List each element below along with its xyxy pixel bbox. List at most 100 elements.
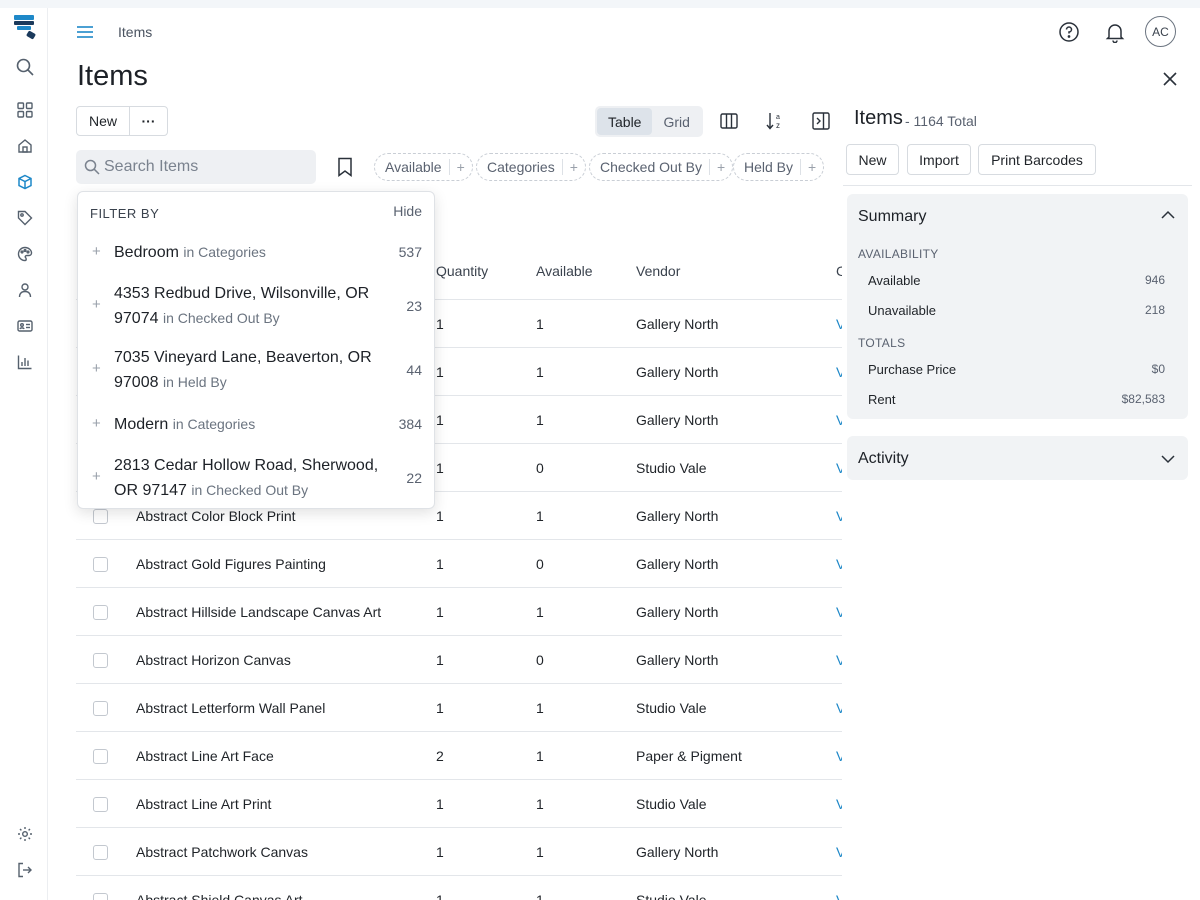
- new-item-button[interactable]: New: [77, 107, 129, 135]
- summary-title[interactable]: Summary: [858, 208, 926, 226]
- row-checkbox[interactable]: [93, 509, 108, 524]
- row-checkbox[interactable]: [93, 749, 108, 764]
- row-checkbox[interactable]: [93, 701, 108, 716]
- item-available: 1: [536, 748, 544, 764]
- item-truncated-cell[interactable]: V: [836, 460, 842, 476]
- item-truncated-cell[interactable]: V: [836, 748, 842, 764]
- item-truncated-cell[interactable]: V: [836, 844, 842, 860]
- item-truncated-cell[interactable]: V: [836, 652, 842, 668]
- item-truncated-cell[interactable]: V: [836, 892, 842, 900]
- column-truncated[interactable]: C: [836, 263, 842, 279]
- avatar[interactable]: AC: [1145, 16, 1176, 47]
- dashboard-icon[interactable]: [16, 101, 34, 119]
- chevron-up-icon[interactable]: [1161, 210, 1175, 220]
- row-checkbox[interactable]: [93, 797, 108, 812]
- column-vendor[interactable]: Vendor: [636, 263, 680, 279]
- table-row[interactable]: Abstract Line Art Print 1 1 Studio Vale V: [76, 780, 842, 828]
- item-truncated-cell[interactable]: V: [836, 412, 842, 428]
- filter-option-cedar-hollow[interactable]: + 2813 Cedar Hollow Road, Sherwood, OR 9…: [78, 454, 434, 504]
- filter-option-modern[interactable]: + Modern in Categories 384: [78, 412, 434, 442]
- item-name[interactable]: Abstract Line Art Face: [136, 748, 274, 764]
- item-name[interactable]: Abstract Color Block Print: [136, 508, 296, 524]
- column-quantity[interactable]: Quantity: [436, 263, 488, 279]
- filter-heading: FILTER BY: [90, 206, 160, 221]
- panel-new-button[interactable]: New: [846, 144, 899, 175]
- item-name[interactable]: Abstract Horizon Canvas: [136, 652, 291, 668]
- item-truncated-cell[interactable]: V: [836, 508, 842, 524]
- breadcrumb[interactable]: Items: [118, 24, 152, 40]
- app-logo-icon[interactable]: [13, 14, 37, 44]
- logout-icon[interactable]: [16, 861, 34, 879]
- columns-icon[interactable]: [718, 110, 740, 132]
- filter-chip-held-by[interactable]: Held By +: [733, 153, 825, 181]
- table-row[interactable]: Abstract Shield Canvas Art 1 1 Studio Vale V: [76, 876, 842, 900]
- close-icon[interactable]: [1162, 71, 1178, 87]
- item-vendor: Gallery North: [636, 316, 719, 332]
- filter-option-vineyard[interactable]: + 7035 Vineyard Lane, Beaverton, OR 9700…: [78, 346, 434, 396]
- filter-option-source: in Checked Out By: [191, 482, 309, 498]
- sidebar: [0, 8, 48, 900]
- item-name[interactable]: Abstract Patchwork Canvas: [136, 844, 308, 860]
- item-truncated-cell[interactable]: V: [836, 556, 842, 572]
- filter-option-source: in Categories: [172, 416, 256, 432]
- table-row[interactable]: Abstract Line Art Face 2 1 Paper & Pigment V: [76, 732, 842, 780]
- item-truncated-cell[interactable]: V: [836, 796, 842, 812]
- row-checkbox[interactable]: [93, 845, 108, 860]
- row-checkbox[interactable]: [93, 653, 108, 668]
- chevron-down-icon[interactable]: [1161, 454, 1175, 464]
- item-truncated-cell[interactable]: V: [836, 604, 842, 620]
- item-name[interactable]: Abstract Shield Canvas Art: [136, 892, 303, 900]
- item-truncated-cell[interactable]: V: [836, 364, 842, 380]
- table-view-tab[interactable]: Table: [597, 108, 653, 135]
- activity-title[interactable]: Activity: [858, 450, 909, 468]
- table-row[interactable]: Abstract Hillside Landscape Canvas Art 1 1…: [76, 588, 842, 636]
- row-checkbox[interactable]: [93, 893, 108, 900]
- table-row[interactable]: Abstract Gold Figures Painting 1 0 Gallery …: [76, 540, 842, 588]
- filter-option-count: 22: [406, 470, 422, 486]
- filter-option-redbud[interactable]: + 4353 Redbud Drive, Wilsonville, OR 970…: [78, 282, 434, 332]
- sort-icon[interactable]: az: [764, 110, 786, 132]
- panel-toggle-icon[interactable]: [810, 110, 832, 132]
- box-icon[interactable]: [16, 173, 34, 191]
- activity-card[interactable]: Activity: [847, 436, 1188, 480]
- print-barcodes-button[interactable]: Print Barcodes: [978, 144, 1096, 175]
- hide-filter-button[interactable]: Hide: [393, 203, 422, 219]
- grid-view-tab[interactable]: Grid: [652, 108, 700, 135]
- item-name[interactable]: Abstract Gold Figures Painting: [136, 556, 326, 572]
- tag-icon[interactable]: [16, 209, 34, 227]
- item-name[interactable]: Abstract Line Art Print: [136, 796, 271, 812]
- import-button[interactable]: Import: [907, 144, 971, 175]
- menu-icon[interactable]: [76, 24, 94, 40]
- bookmark-icon[interactable]: [336, 157, 354, 177]
- search-icon[interactable]: [16, 58, 34, 76]
- bell-icon[interactable]: [1104, 21, 1126, 43]
- filter-chip-available[interactable]: Available +: [374, 153, 473, 181]
- table-row[interactable]: Abstract Horizon Canvas 1 0 Gallery North V: [76, 636, 842, 684]
- item-vendor: Gallery North: [636, 844, 719, 860]
- filter-chip-categories[interactable]: Categories +: [476, 153, 586, 181]
- item-name[interactable]: Abstract Letterform Wall Panel: [136, 700, 325, 716]
- filter-chip-checked-out-by[interactable]: Checked Out By +: [589, 153, 734, 181]
- bar-chart-icon[interactable]: [16, 353, 34, 371]
- table-row[interactable]: Abstract Letterform Wall Panel 1 1 Studio V…: [76, 684, 842, 732]
- column-available[interactable]: Available: [536, 263, 593, 279]
- item-truncated-cell[interactable]: V: [836, 700, 842, 716]
- home-icon[interactable]: [16, 137, 34, 155]
- id-card-icon[interactable]: [16, 317, 34, 335]
- help-icon[interactable]: [1058, 21, 1080, 43]
- more-actions-button[interactable]: ···: [129, 107, 167, 135]
- filter-option-bedroom[interactable]: + Bedroom in Categories 537: [78, 240, 434, 270]
- svg-text:z: z: [776, 121, 780, 130]
- person-icon[interactable]: [16, 281, 34, 299]
- table-row[interactable]: Abstract Patchwork Canvas 1 1 Gallery North…: [76, 828, 842, 876]
- item-quantity: 1: [436, 844, 444, 860]
- item-truncated-cell[interactable]: V: [836, 316, 842, 332]
- palette-icon[interactable]: [16, 245, 34, 263]
- search-input[interactable]: [104, 150, 310, 184]
- item-name[interactable]: Abstract Hillside Landscape Canvas Art: [136, 604, 381, 620]
- row-checkbox[interactable]: [93, 605, 108, 620]
- settings-icon[interactable]: [16, 825, 34, 843]
- item-quantity: 2: [436, 748, 444, 764]
- rent-stat: Rent $82,583: [868, 392, 1165, 407]
- row-checkbox[interactable]: [93, 557, 108, 572]
